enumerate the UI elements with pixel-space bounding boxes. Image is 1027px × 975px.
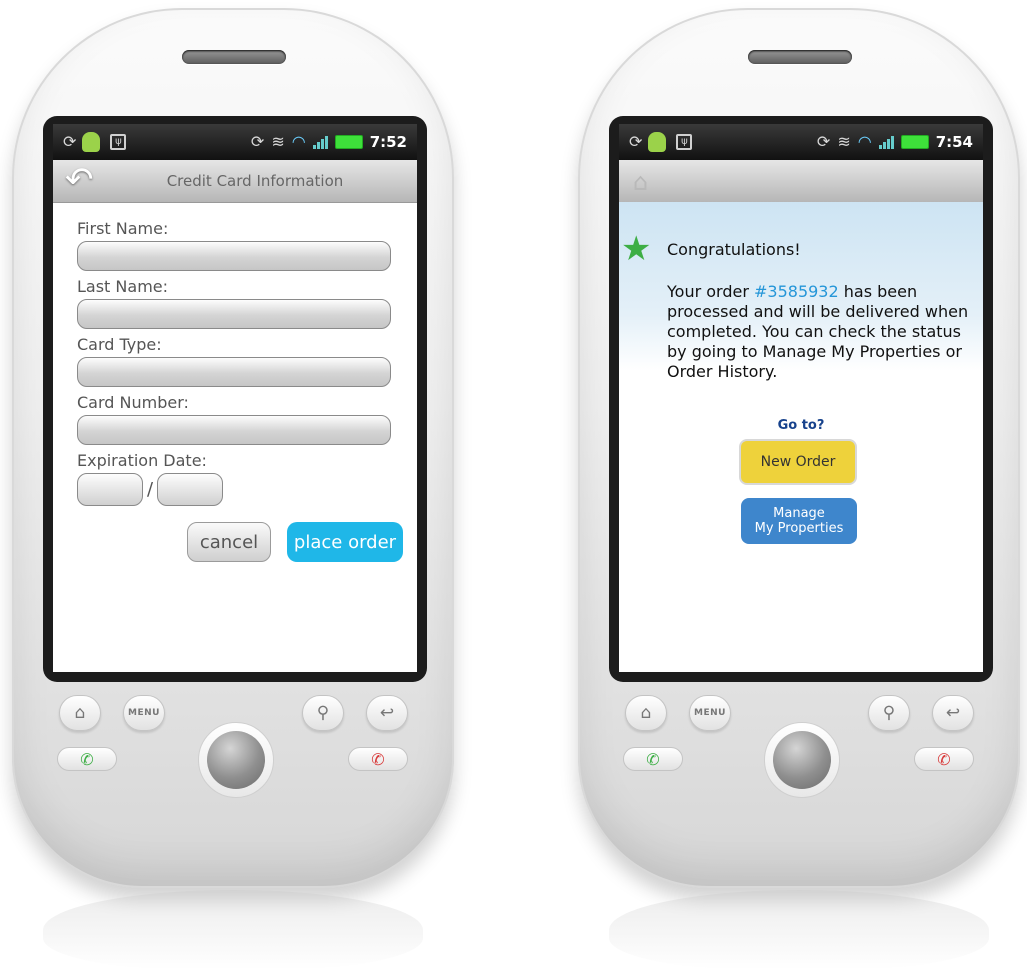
congratulations-heading: Congratulations! [667,240,801,259]
screen-right: ⟳ ψ ⟳ ≋ ◠ 7:54 ⌂ ★ Congratulations! Your… [619,124,983,672]
order-number-link[interactable]: #3585932 [754,282,839,301]
sync-icon: ⟳ [250,132,265,151]
card-number-input[interactable] [77,415,391,445]
back-arrow-icon[interactable]: ↶ [65,163,94,197]
status-time: 7:54 [935,133,973,151]
android-icon [648,132,667,152]
message-prefix: Your order [667,282,754,301]
call-icon[interactable]: ✆ [57,747,117,771]
signal-icon [312,135,328,149]
status-time: 7:52 [369,133,407,151]
vibrate-icon: ≋ [271,132,285,151]
sync-icon: ⟳ [63,132,77,151]
sync-icon: ⟳ [629,132,643,151]
card-type-input[interactable] [77,357,391,387]
signal-icon [878,135,894,149]
earpiece-speaker [182,50,286,64]
manage-my-properties-button[interactable]: Manage My Properties [741,498,857,544]
page-title: Credit Card Information [166,172,344,190]
phone-left-reflection [43,890,423,970]
form-actions: cancel place order [77,522,403,562]
menu-button[interactable]: MENU [123,695,165,731]
wifi-icon: ◠ [857,132,872,151]
wifi-icon: ◠ [291,132,306,151]
status-bar: ⟳ ψ ⟳ ≋ ◠ 7:52 [53,124,417,160]
home-icon[interactable]: ⌂ [633,168,648,196]
search-icon[interactable]: ⚲ [302,695,344,731]
usb-icon: ψ [676,134,693,150]
credit-card-form: First Name: Last Name: Card Type: Card N… [53,203,417,562]
sync-icon: ⟳ [816,132,831,151]
new-order-button[interactable]: New Order [739,439,857,485]
back-icon[interactable]: ↩ [366,695,408,731]
battery-icon [900,135,929,149]
order-confirmation: ★ Congratulations! Your order #3585932 h… [619,202,983,672]
goto-label: Go to? [777,418,825,433]
last-name-input[interactable] [77,299,391,329]
status-bar: ⟳ ψ ⟳ ≋ ◠ 7:54 [619,124,983,160]
card-type-label: Card Type: [77,335,162,354]
manage-button-line2: My Properties [754,521,844,536]
first-name-label: First Name: [77,219,169,238]
menu-button[interactable]: MENU [689,695,731,731]
expiration-month-input[interactable] [77,473,143,506]
first-name-input[interactable] [77,241,391,271]
call-icon[interactable]: ✆ [623,747,683,771]
home-icon[interactable]: ⌂ [625,695,667,731]
manage-button-line1: Manage [773,506,825,521]
expiration-separator: / [147,479,154,500]
trackball-ring [198,722,274,798]
expiration-row: / [77,473,403,506]
title-bar: ⌂ [619,160,983,203]
home-icon[interactable]: ⌂ [59,695,101,731]
last-name-label: Last Name: [77,277,169,296]
battery-icon [334,135,363,149]
card-number-label: Card Number: [77,393,189,412]
android-icon [82,132,101,152]
cancel-button[interactable]: cancel [187,522,271,562]
usb-icon: ψ [110,134,127,150]
search-icon[interactable]: ⚲ [868,695,910,731]
title-bar: ↶ Credit Card Information [53,160,417,203]
end-call-icon[interactable]: ✆ [348,747,408,771]
confirmation-message: Your order #3585932 has been processed a… [667,282,977,382]
screen-left: ⟳ ψ ⟳ ≋ ◠ 7:52 ↶ Credit Card Information… [53,124,417,672]
back-icon[interactable]: ↩ [932,695,974,731]
end-call-icon[interactable]: ✆ [914,747,974,771]
vibrate-icon: ≋ [837,132,851,151]
place-order-button[interactable]: place order [287,522,403,562]
trackball[interactable] [773,731,831,789]
earpiece-speaker [748,50,852,64]
phone-left: ⟳ ψ ⟳ ≋ ◠ 7:52 ↶ Credit Card Information… [12,8,454,888]
expiration-year-input[interactable] [157,473,224,506]
trackball[interactable] [207,731,265,789]
trackball-ring [764,722,840,798]
phone-right: ⟳ ψ ⟳ ≋ ◠ 7:54 ⌂ ★ Congratulations! Your… [578,8,1020,888]
expiration-date-label: Expiration Date: [77,451,207,470]
phone-right-reflection [609,890,989,970]
star-icon: ★ [621,229,652,269]
